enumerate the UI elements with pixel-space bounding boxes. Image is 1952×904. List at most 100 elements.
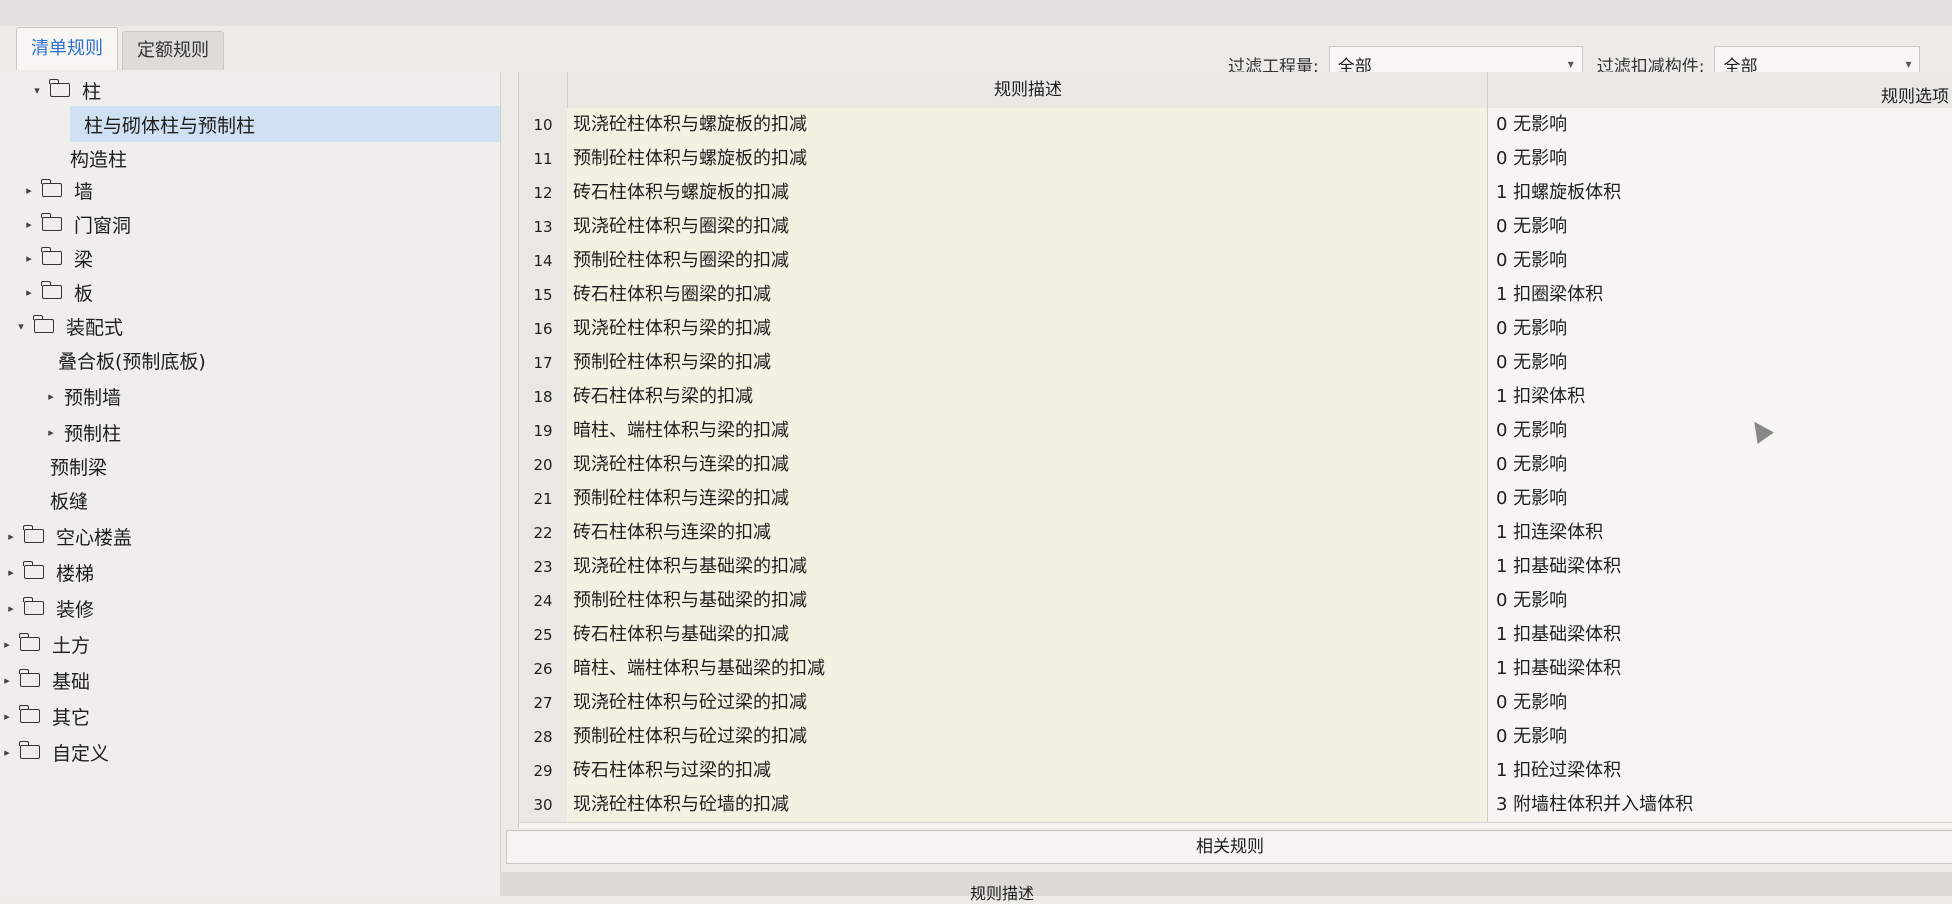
table-row[interactable]: 30 现浇砼柱体积与砼墙的扣减 3 附墙柱体积并入墙体积 bbox=[519, 788, 1952, 823]
description-cell: 暗柱、端柱体积与基础梁的扣减 bbox=[567, 652, 1487, 686]
tree-node[interactable]: ▸ 基础 bbox=[0, 662, 90, 698]
option-cell[interactable]: 1 扣连梁体积 bbox=[1487, 516, 1952, 550]
chevron-right-icon[interactable]: ▸ bbox=[4, 566, 18, 579]
tree-node[interactable]: ▸ 墙 bbox=[22, 172, 93, 208]
chevron-right-icon[interactable]: ▸ bbox=[4, 530, 18, 543]
chevron-right-icon[interactable]: ▸ bbox=[0, 746, 14, 759]
option-cell[interactable]: 1 扣基础梁体积 bbox=[1487, 550, 1952, 584]
option-cell[interactable]: 0 无影响 bbox=[1487, 448, 1952, 482]
chevron-down-icon[interactable]: ▾ bbox=[30, 84, 44, 97]
rule-tabs: 清单规则 定额规则 bbox=[16, 26, 228, 70]
tree-node[interactable]: ▸ 门窗洞 bbox=[22, 206, 131, 242]
tree-node[interactable]: 板缝 bbox=[50, 482, 88, 518]
table-row[interactable]: 27 现浇砼柱体积与砼过梁的扣减 0 无影响 bbox=[519, 686, 1952, 721]
option-cell[interactable]: 0 无影响 bbox=[1487, 210, 1952, 244]
chevron-right-icon[interactable]: ▸ bbox=[0, 638, 14, 651]
option-cell[interactable]: 1 扣螺旋板体积 bbox=[1487, 176, 1952, 210]
chevron-right-icon[interactable]: ▸ bbox=[0, 674, 14, 687]
option-cell[interactable]: 0 无影响 bbox=[1487, 584, 1952, 618]
chevron-down-icon[interactable]: ▾ bbox=[14, 320, 28, 333]
tree-node[interactable]: ▸ 预制墙 bbox=[44, 378, 121, 414]
table-row[interactable]: 29 砖石柱体积与过梁的扣减 1 扣砼过梁体积 bbox=[519, 754, 1952, 789]
table-row[interactable]: 10 现浇砼柱体积与螺旋板的扣减 0 无影响 bbox=[519, 108, 1952, 143]
chevron-right-icon[interactable]: ▸ bbox=[0, 710, 14, 723]
option-cell[interactable]: 1 扣圈梁体积 bbox=[1487, 278, 1952, 312]
tree-node[interactable]: ▸ 装修 bbox=[4, 590, 94, 626]
option-cell[interactable]: 0 无影响 bbox=[1487, 244, 1952, 278]
table-row[interactable]: 23 现浇砼柱体积与基础梁的扣减 1 扣基础梁体积 bbox=[519, 550, 1952, 585]
tree-node[interactable]: ▸ 楼梯 bbox=[4, 554, 94, 590]
tab-quota-rules[interactable]: 定额规则 bbox=[122, 31, 224, 70]
description-cell: 砖石柱体积与圈梁的扣减 bbox=[567, 278, 1487, 312]
chevron-right-icon[interactable]: ▸ bbox=[22, 252, 36, 265]
option-cell[interactable]: 0 无影响 bbox=[1487, 686, 1952, 720]
table-row[interactable]: 26 暗柱、端柱体积与基础梁的扣减 1 扣基础梁体积 bbox=[519, 652, 1952, 687]
option-cell[interactable]: 1 扣砼过梁体积 bbox=[1487, 754, 1952, 788]
tree-node-label: 空心楼盖 bbox=[56, 526, 133, 549]
table-row[interactable]: 18 砖石柱体积与梁的扣减 1 扣梁体积 bbox=[519, 380, 1952, 415]
tree-node[interactable]: ▸ 梁 bbox=[22, 240, 93, 276]
description-cell: 预制砼柱体积与圈梁的扣减 bbox=[567, 244, 1487, 278]
tree-node[interactable]: ▸ 预制柱 bbox=[44, 414, 121, 450]
row-number-cell: 14 bbox=[519, 244, 568, 278]
tree-node[interactable]: 叠合板(预制底板) bbox=[58, 342, 206, 378]
tree-node[interactable]: ▾ 装配式 bbox=[14, 308, 123, 344]
chevron-right-icon[interactable]: ▸ bbox=[44, 390, 58, 403]
table-row[interactable]: 21 预制砼柱体积与连梁的扣减 0 无影响 bbox=[519, 482, 1952, 517]
option-cell[interactable]: 0 无影响 bbox=[1487, 312, 1952, 346]
tree-node[interactable]: 构造柱 bbox=[70, 140, 127, 176]
row-number-cell: 11 bbox=[519, 142, 568, 176]
tree-node-label: 板 bbox=[74, 282, 94, 305]
description-cell: 现浇砼柱体积与砼过梁的扣减 bbox=[567, 686, 1487, 720]
row-number-cell: 15 bbox=[519, 278, 568, 312]
chevron-right-icon[interactable]: ▸ bbox=[4, 602, 18, 615]
table-row[interactable]: 11 预制砼柱体积与螺旋板的扣减 0 无影响 bbox=[519, 142, 1952, 177]
chevron-right-icon[interactable]: ▸ bbox=[22, 286, 36, 299]
table-row[interactable]: 13 现浇砼柱体积与圈梁的扣减 0 无影响 bbox=[519, 210, 1952, 245]
description-cell: 预制砼柱体积与砼过梁的扣减 bbox=[567, 720, 1487, 754]
table-row[interactable]: 15 砖石柱体积与圈梁的扣减 1 扣圈梁体积 bbox=[519, 278, 1952, 313]
tree-node-label: 构造柱 bbox=[70, 148, 128, 171]
chevron-right-icon[interactable]: ▸ bbox=[22, 184, 36, 197]
column-header-description[interactable]: 规则描述 bbox=[567, 72, 1488, 108]
table-row[interactable]: 14 预制砼柱体积与圈梁的扣减 0 无影响 bbox=[519, 244, 1952, 279]
table-row[interactable]: 24 预制砼柱体积与基础梁的扣减 0 无影响 bbox=[519, 584, 1952, 619]
option-cell[interactable]: 1 扣基础梁体积 bbox=[1487, 618, 1952, 652]
option-cell[interactable]: 1 扣梁体积 bbox=[1487, 380, 1952, 414]
table-row[interactable]: 19 暗柱、端柱体积与梁的扣减 0 无影响 bbox=[519, 414, 1952, 449]
table-row[interactable]: 25 砖石柱体积与基础梁的扣减 1 扣基础梁体积 bbox=[519, 618, 1952, 653]
row-number-cell: 22 bbox=[519, 516, 568, 550]
tree-node-label: 土方 bbox=[52, 634, 91, 657]
table-row[interactable]: 20 现浇砼柱体积与连梁的扣减 0 无影响 bbox=[519, 448, 1952, 483]
column-header-option[interactable]: 规则选项 bbox=[1487, 72, 1952, 108]
tree-node[interactable]: 柱与砌体柱与预制柱 bbox=[70, 106, 500, 142]
option-cell[interactable]: 3 附墙柱体积并入墙体积 bbox=[1487, 788, 1952, 822]
tree-node[interactable]: ▸ 土方 bbox=[0, 626, 90, 662]
table-row[interactable]: 16 现浇砼柱体积与梁的扣减 0 无影响 bbox=[519, 312, 1952, 347]
chevron-right-icon[interactable]: ▸ bbox=[22, 218, 36, 231]
option-cell[interactable]: 0 无影响 bbox=[1487, 346, 1952, 380]
option-cell[interactable]: 0 无影响 bbox=[1487, 720, 1952, 754]
option-cell[interactable]: 1 扣基础梁体积 bbox=[1487, 652, 1952, 686]
option-cell[interactable]: 0 无影响 bbox=[1487, 414, 1952, 448]
option-cell[interactable]: 0 无影响 bbox=[1487, 108, 1952, 142]
tree-node[interactable]: ▸ 其它 bbox=[0, 698, 90, 734]
tree-node[interactable]: ▸ 自定义 bbox=[0, 734, 109, 770]
table-row[interactable]: 22 砖石柱体积与连梁的扣减 1 扣连梁体积 bbox=[519, 516, 1952, 551]
related-rules-button[interactable]: 相关规则 bbox=[506, 830, 1952, 864]
row-number-cell: 17 bbox=[519, 346, 568, 380]
tree-node[interactable]: ▾ 柱 bbox=[30, 72, 101, 108]
tab-list-rules[interactable]: 清单规则 bbox=[16, 27, 118, 70]
tree-node-label: 预制柱 bbox=[64, 422, 122, 445]
option-cell[interactable]: 0 无影响 bbox=[1487, 482, 1952, 516]
option-cell[interactable]: 0 无影响 bbox=[1487, 142, 1952, 176]
tree-node-label: 柱 bbox=[82, 80, 102, 103]
table-row[interactable]: 12 砖石柱体积与螺旋板的扣减 1 扣螺旋板体积 bbox=[519, 176, 1952, 211]
tree-node[interactable]: ▸ 空心楼盖 bbox=[4, 518, 132, 554]
row-number-cell: 30 bbox=[519, 788, 568, 822]
tree-node[interactable]: 预制梁 bbox=[50, 448, 107, 484]
tree-node[interactable]: ▸ 板 bbox=[22, 274, 93, 310]
chevron-right-icon[interactable]: ▸ bbox=[44, 426, 58, 439]
table-row[interactable]: 28 预制砼柱体积与砼过梁的扣减 0 无影响 bbox=[519, 720, 1952, 755]
table-row[interactable]: 17 预制砼柱体积与梁的扣减 0 无影响 bbox=[519, 346, 1952, 381]
